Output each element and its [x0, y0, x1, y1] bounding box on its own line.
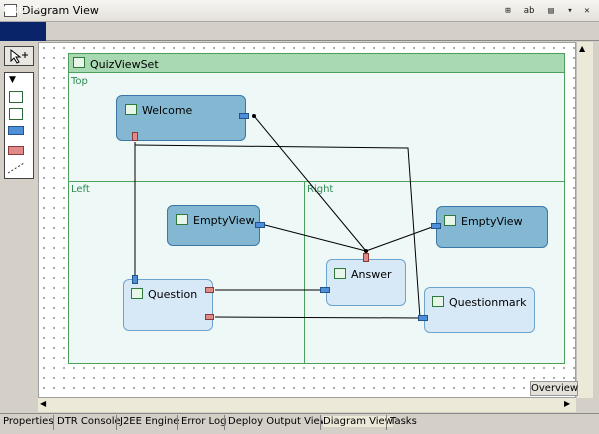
view-icon: [125, 104, 137, 115]
view-questionmark[interactable]: [424, 287, 535, 333]
outbound-plug[interactable]: [205, 314, 214, 320]
link-anchor-welcome: [252, 114, 256, 118]
tab-separator: [177, 415, 178, 430]
tab-dtr-console[interactable]: DTR Console: [57, 416, 121, 427]
tab-properties[interactable]: Properties: [3, 416, 54, 427]
inbound-plug[interactable]: [255, 222, 265, 228]
link-emptyview-right-answer: [365, 225, 436, 252]
link-welcome-answer: [253, 115, 367, 252]
tab-separator: [386, 415, 387, 430]
inbound-plug[interactable]: [320, 287, 330, 293]
view-icon: [444, 215, 456, 226]
view-icon: [176, 214, 188, 225]
view-question[interactable]: [123, 279, 213, 331]
outbound-plug[interactable]: [132, 132, 138, 141]
link-question-questionmark: [214, 316, 421, 319]
inbound-plug[interactable]: [132, 275, 138, 284]
link-emptyview-answer: [264, 224, 367, 252]
tab-error-log[interactable]: Error Log: [181, 416, 226, 427]
view-label-welcome: Welcome: [142, 104, 193, 117]
tab-j2ee-engine[interactable]: J2EE Engine: [120, 416, 179, 427]
tab-deploy-output-view[interactable]: Deploy Output View: [228, 416, 328, 427]
tab-tasks[interactable]: Tasks: [390, 416, 417, 427]
view-icon: [334, 268, 346, 279]
tab-separator: [224, 415, 225, 430]
view-label-question: Question: [148, 288, 198, 301]
tab-separator: [116, 415, 117, 430]
view-answer[interactable]: [326, 259, 406, 306]
inbound-plug[interactable]: [239, 113, 249, 119]
outbound-plug[interactable]: [205, 287, 214, 293]
tab-separator: [53, 415, 54, 430]
tab-separator: [320, 415, 321, 430]
view-label-emptyview-right: EmptyView: [461, 215, 523, 228]
view-label-emptyview-left: EmptyView: [193, 214, 255, 227]
inbound-plug[interactable]: [418, 315, 428, 321]
view-label-answer: Answer: [351, 268, 392, 281]
tab-diagram-view[interactable]: Diagram View: [323, 416, 393, 427]
inbound-plug[interactable]: [431, 223, 441, 229]
view-icon: [432, 296, 444, 307]
outbound-plug[interactable]: [363, 253, 369, 262]
view-label-questionmark: Questionmark: [449, 296, 527, 309]
view-icon: [131, 288, 143, 299]
